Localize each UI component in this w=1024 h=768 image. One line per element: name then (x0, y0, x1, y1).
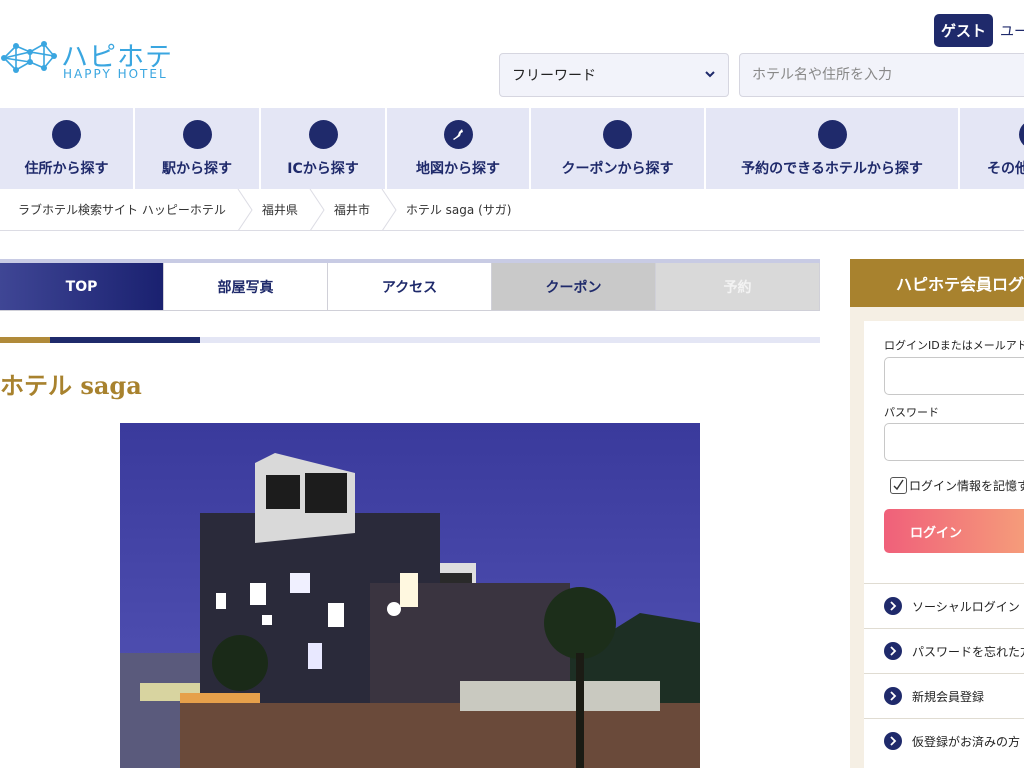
chevron-right-icon (884, 687, 902, 705)
japan-map-icon (443, 120, 473, 149)
link-label: 仮登録がお済みの方 (912, 734, 1021, 749)
main-nav: 住所から探す 駅から探す ICから探す 地図から探す クーポンから探す 予約ので… (0, 108, 1024, 189)
search-input[interactable] (739, 53, 1024, 97)
password-label: パスワード (884, 406, 939, 419)
nav-item-label: 駅から探す (162, 161, 232, 177)
breadcrumb-link[interactable]: ラブホテル検索サイト ハッピーホテル (18, 201, 226, 218)
link-label: 新規会員登録 (912, 689, 985, 704)
breadcrumb-current: ホテル saga (サガ) (405, 203, 512, 217)
login-button[interactable]: ログイン (884, 509, 1024, 553)
register-link[interactable]: 新規会員登録 (864, 673, 1024, 718)
remember-login-row[interactable]: ログイン情報を記憶す (890, 477, 1024, 494)
link-label: パスワードを忘れた方 (912, 644, 1024, 659)
nav-item-coupon[interactable]: クーポンから探す (531, 108, 706, 189)
freeword-select[interactable]: フリーワード (499, 53, 729, 97)
nav-item-map[interactable]: 地図から探す (387, 108, 531, 189)
link-label: ソーシャルログイン (912, 599, 1020, 614)
other-icon (1019, 120, 1024, 149)
nav-item-label: 地図から探す (416, 161, 500, 177)
checkmark-icon (893, 479, 904, 491)
guest-button[interactable]: ゲスト (934, 14, 993, 47)
tab-coupon[interactable]: クーポン (492, 263, 656, 311)
highway-icon (308, 120, 338, 149)
tab-room-photos[interactable]: 部屋写真 (164, 263, 328, 311)
nav-item-label: クーポンから探す (561, 161, 674, 177)
provisional-registration-link[interactable]: 仮登録がお済みの方 (864, 718, 1024, 763)
breadcrumb-link[interactable]: 福井県 (262, 201, 298, 218)
remember-label: ログイン情報を記憶す (909, 479, 1024, 493)
breadcrumb: ラブホテル検索サイト ハッピーホテル 福井県 福井市 ホテル saga (サガ) (0, 188, 1024, 231)
hotel-photo (120, 423, 700, 768)
train-icon (182, 120, 212, 149)
login-panel-heading: ハピホテ会員ログ (850, 259, 1024, 307)
section-progress-bar (0, 337, 820, 343)
breadcrumb-separator-icon (237, 188, 253, 231)
nav-item-station[interactable]: 駅から探す (135, 108, 261, 189)
remember-checkbox[interactable] (890, 477, 907, 494)
nav-item-label: 住所から探す (24, 161, 109, 177)
coupon-icon (603, 120, 632, 149)
nav-item-label: 予約のできるホテルから探す (741, 161, 923, 177)
chevron-right-icon (884, 642, 902, 660)
nav-item-address[interactable]: 住所から探す (0, 108, 135, 189)
location-icon (52, 120, 81, 149)
reservation-icon (817, 120, 847, 149)
chevron-right-icon (884, 597, 902, 615)
hotel-tabs: TOP 部屋写真 アクセス クーポン 予約 (0, 263, 820, 311)
nav-item-label: その他 (987, 161, 1024, 177)
breadcrumb-separator-icon (309, 188, 325, 231)
tab-reservation: 予約 (656, 263, 820, 311)
hotel-title: ホテル saga (0, 371, 142, 400)
password-field[interactable] (884, 423, 1024, 461)
login-form: ログインIDまたはメールアドレ パスワード ログイン情報を記憶す ログイン ソー… (864, 321, 1024, 768)
network-logo-icon (1, 41, 57, 73)
nav-item-reservation[interactable]: 予約のできるホテルから探す (706, 108, 960, 189)
breadcrumb-link[interactable]: 福井市 (334, 201, 370, 218)
logo-subtext: HAPPY HOTEL (63, 67, 168, 81)
login-id-field[interactable] (884, 357, 1024, 395)
breadcrumb-separator-icon (381, 188, 397, 231)
social-login-link[interactable]: ソーシャルログイン (864, 583, 1024, 628)
chevron-down-icon (705, 71, 715, 78)
site-logo[interactable]: ハピホテ HAPPY HOTEL (0, 36, 175, 84)
freeword-select-label: フリーワード (512, 68, 596, 84)
nav-item-ic[interactable]: ICから探す (261, 108, 387, 189)
progress-navy-segment (50, 337, 200, 343)
user-link[interactable]: ユー (1000, 21, 1024, 41)
nav-item-other[interactable]: その他 (960, 108, 1024, 189)
progress-gold-segment (0, 337, 50, 343)
chevron-right-icon (884, 732, 902, 750)
nav-item-label: ICから探す (287, 161, 359, 177)
tab-top[interactable]: TOP (0, 263, 164, 311)
tab-access[interactable]: アクセス (328, 263, 492, 311)
login-id-label: ログインIDまたはメールアドレ (884, 339, 1024, 352)
forgot-password-link[interactable]: パスワードを忘れた方 (864, 628, 1024, 673)
